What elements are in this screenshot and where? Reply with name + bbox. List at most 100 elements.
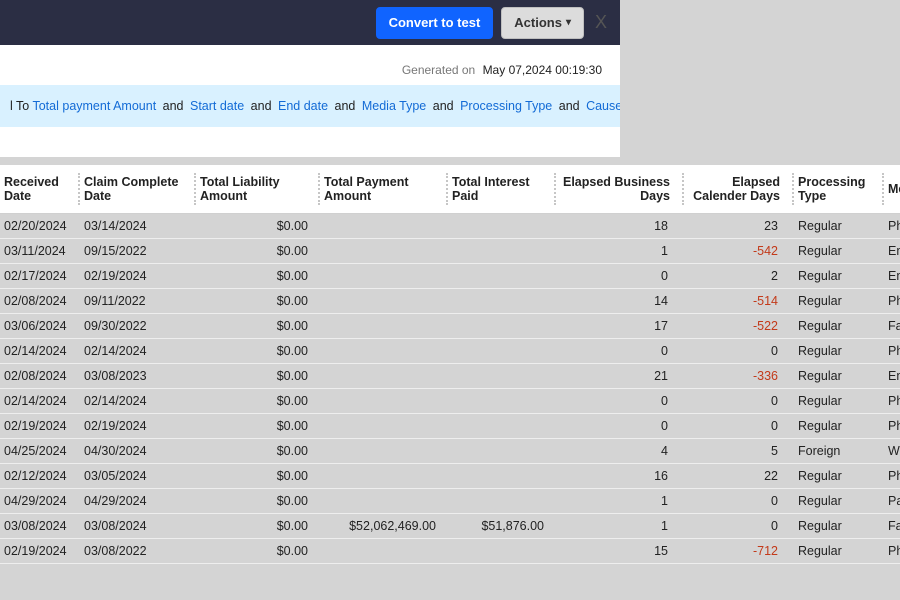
- table-cell: 02/19/2024: [0, 414, 80, 439]
- table-cell: -522: [684, 314, 794, 339]
- table-cell: $0.00: [196, 364, 320, 389]
- table-cell: 02/08/2024: [0, 289, 80, 314]
- table-cell: 0: [556, 389, 684, 414]
- table-cell: 02/14/2024: [80, 389, 196, 414]
- table-cell: [448, 389, 556, 414]
- table-cell: 03/06/2024: [0, 314, 80, 339]
- column-header-label: Received Date: [4, 175, 59, 203]
- table-cell: 02/14/2024: [0, 339, 80, 364]
- table-cell: 0: [684, 339, 794, 364]
- table-cell: 23: [684, 214, 794, 239]
- table-cell: $0.00: [196, 464, 320, 489]
- table-cell: 03/11/2024: [0, 239, 80, 264]
- table-cell: -542: [684, 239, 794, 264]
- table-cell: [320, 414, 448, 439]
- table-cell: 02/08/2024: [0, 364, 80, 389]
- table-cell: [320, 364, 448, 389]
- table-cell: Regular: [794, 264, 884, 289]
- table-cell: 03/08/2024: [0, 514, 80, 539]
- filter-joiner: and: [159, 99, 187, 113]
- table-row[interactable]: 02/19/202402/19/2024$0.0000RegularPhone …: [0, 414, 900, 439]
- table-row[interactable]: 03/11/202409/15/2022$0.001-542RegularEma…: [0, 239, 900, 264]
- table-cell: [320, 289, 448, 314]
- table-cell: 03/08/2024: [80, 514, 196, 539]
- table-row[interactable]: 02/08/202403/08/2023$0.0021-336RegularEm…: [0, 364, 900, 389]
- column-header[interactable]: Total Interest Paid: [448, 165, 556, 214]
- table-cell: 02/14/2024: [80, 339, 196, 364]
- table-cell: [448, 439, 556, 464]
- column-header[interactable]: Processing Type: [794, 165, 884, 214]
- negative-value: -522: [753, 319, 778, 333]
- top-toolbar: Convert to test Actions ▾ X: [0, 0, 620, 45]
- table-cell: Regular: [794, 314, 884, 339]
- column-header[interactable]: Claim Complete Date: [80, 165, 196, 214]
- column-header[interactable]: Media Type: [884, 165, 900, 214]
- table-row[interactable]: 02/14/202402/14/2024$0.0000RegularPhone …: [0, 339, 900, 364]
- table-cell: [320, 539, 448, 564]
- table-cell: [320, 339, 448, 364]
- table-row[interactable]: 03/06/202409/30/2022$0.0017-522RegularFa…: [0, 314, 900, 339]
- column-header-label: Processing Type: [798, 175, 865, 203]
- table-cell: [320, 464, 448, 489]
- column-header[interactable]: Elapsed Business Days: [556, 165, 684, 214]
- table-cell: -712: [684, 539, 794, 564]
- table-cell: $0.00: [196, 314, 320, 339]
- table-cell: 0: [684, 414, 794, 439]
- column-header[interactable]: Elapsed Calender Days: [684, 165, 794, 214]
- table-cell: Phone Call: [884, 389, 900, 414]
- actions-dropdown-button[interactable]: Actions ▾: [501, 7, 584, 39]
- negative-value: -542: [753, 244, 778, 258]
- table-cell: Email: [884, 239, 900, 264]
- table-row[interactable]: 02/08/202409/11/2022$0.0014-514RegularPh…: [0, 289, 900, 314]
- table-cell: 02/19/2024: [80, 414, 196, 439]
- convert-to-test-button[interactable]: Convert to test: [376, 7, 494, 39]
- table-cell: 02/19/2024: [80, 264, 196, 289]
- table-row[interactable]: 04/29/202404/29/2024$0.0010RegularPaper: [0, 489, 900, 514]
- table-cell: Phone Call: [884, 214, 900, 239]
- close-icon[interactable]: X: [588, 12, 614, 33]
- table-cell: 02/19/2024: [0, 539, 80, 564]
- table-cell: [448, 539, 556, 564]
- table-row[interactable]: 02/19/202403/08/2022$0.0015-712RegularPh…: [0, 539, 900, 564]
- table-cell: Regular: [794, 339, 884, 364]
- column-header-label: Claim Complete Date: [84, 175, 178, 203]
- table-cell: Phone Call: [884, 464, 900, 489]
- column-header[interactable]: Received Date: [0, 165, 80, 214]
- table-cell: 09/11/2022: [80, 289, 196, 314]
- table-row[interactable]: 02/17/202402/19/2024$0.0002RegularEmail: [0, 264, 900, 289]
- column-header-label: Total Payment Amount: [324, 175, 409, 203]
- table-row[interactable]: 02/12/202403/05/2024$0.001622RegularPhon…: [0, 464, 900, 489]
- table-header-row: Received Date Claim Complete Date Total Li…: [0, 165, 900, 214]
- table-cell: Web: [884, 439, 900, 464]
- filter-link[interactable]: Total payment Amount: [32, 99, 156, 113]
- table-row[interactable]: 02/20/202403/14/2024$0.001823RegularPhon…: [0, 214, 900, 239]
- table-cell: $0.00: [196, 414, 320, 439]
- table-cell: Regular: [794, 389, 884, 414]
- table-row[interactable]: 04/25/202404/30/2024$0.0045ForeignWeb: [0, 439, 900, 464]
- filter-link[interactable]: Start date: [190, 99, 244, 113]
- table-cell: -514: [684, 289, 794, 314]
- column-header[interactable]: Total Payment Amount: [320, 165, 448, 214]
- table-cell: [448, 239, 556, 264]
- filter-link[interactable]: Media Type: [362, 99, 426, 113]
- filter-link[interactable]: End date: [278, 99, 328, 113]
- column-header-label: Total Interest Paid: [452, 175, 530, 203]
- table-cell: Regular: [794, 289, 884, 314]
- table-cell: Phone Call: [884, 414, 900, 439]
- filter-link[interactable]: Processing Type: [460, 99, 552, 113]
- negative-value: -514: [753, 294, 778, 308]
- chevron-down-icon: ▾: [566, 17, 571, 28]
- column-header-label: Elapsed Business Days: [560, 175, 680, 203]
- filter-link[interactable]: Cause of Death: [586, 99, 620, 113]
- table-cell: 0: [684, 514, 794, 539]
- results-table-wrapper: Received Date Claim Complete Date Total Li…: [0, 165, 900, 564]
- table-cell: 22: [684, 464, 794, 489]
- table-cell: $0.00: [196, 489, 320, 514]
- table-cell: [448, 264, 556, 289]
- table-row[interactable]: 02/14/202402/14/2024$0.0000RegularPhone …: [0, 389, 900, 414]
- table-row[interactable]: 03/08/202403/08/2024$0.00$52,062,469.00$…: [0, 514, 900, 539]
- table-cell: 02/12/2024: [0, 464, 80, 489]
- column-header[interactable]: Total Liability Amount: [196, 165, 320, 214]
- table-cell: 0: [684, 489, 794, 514]
- column-header-label: Media Type: [888, 182, 900, 196]
